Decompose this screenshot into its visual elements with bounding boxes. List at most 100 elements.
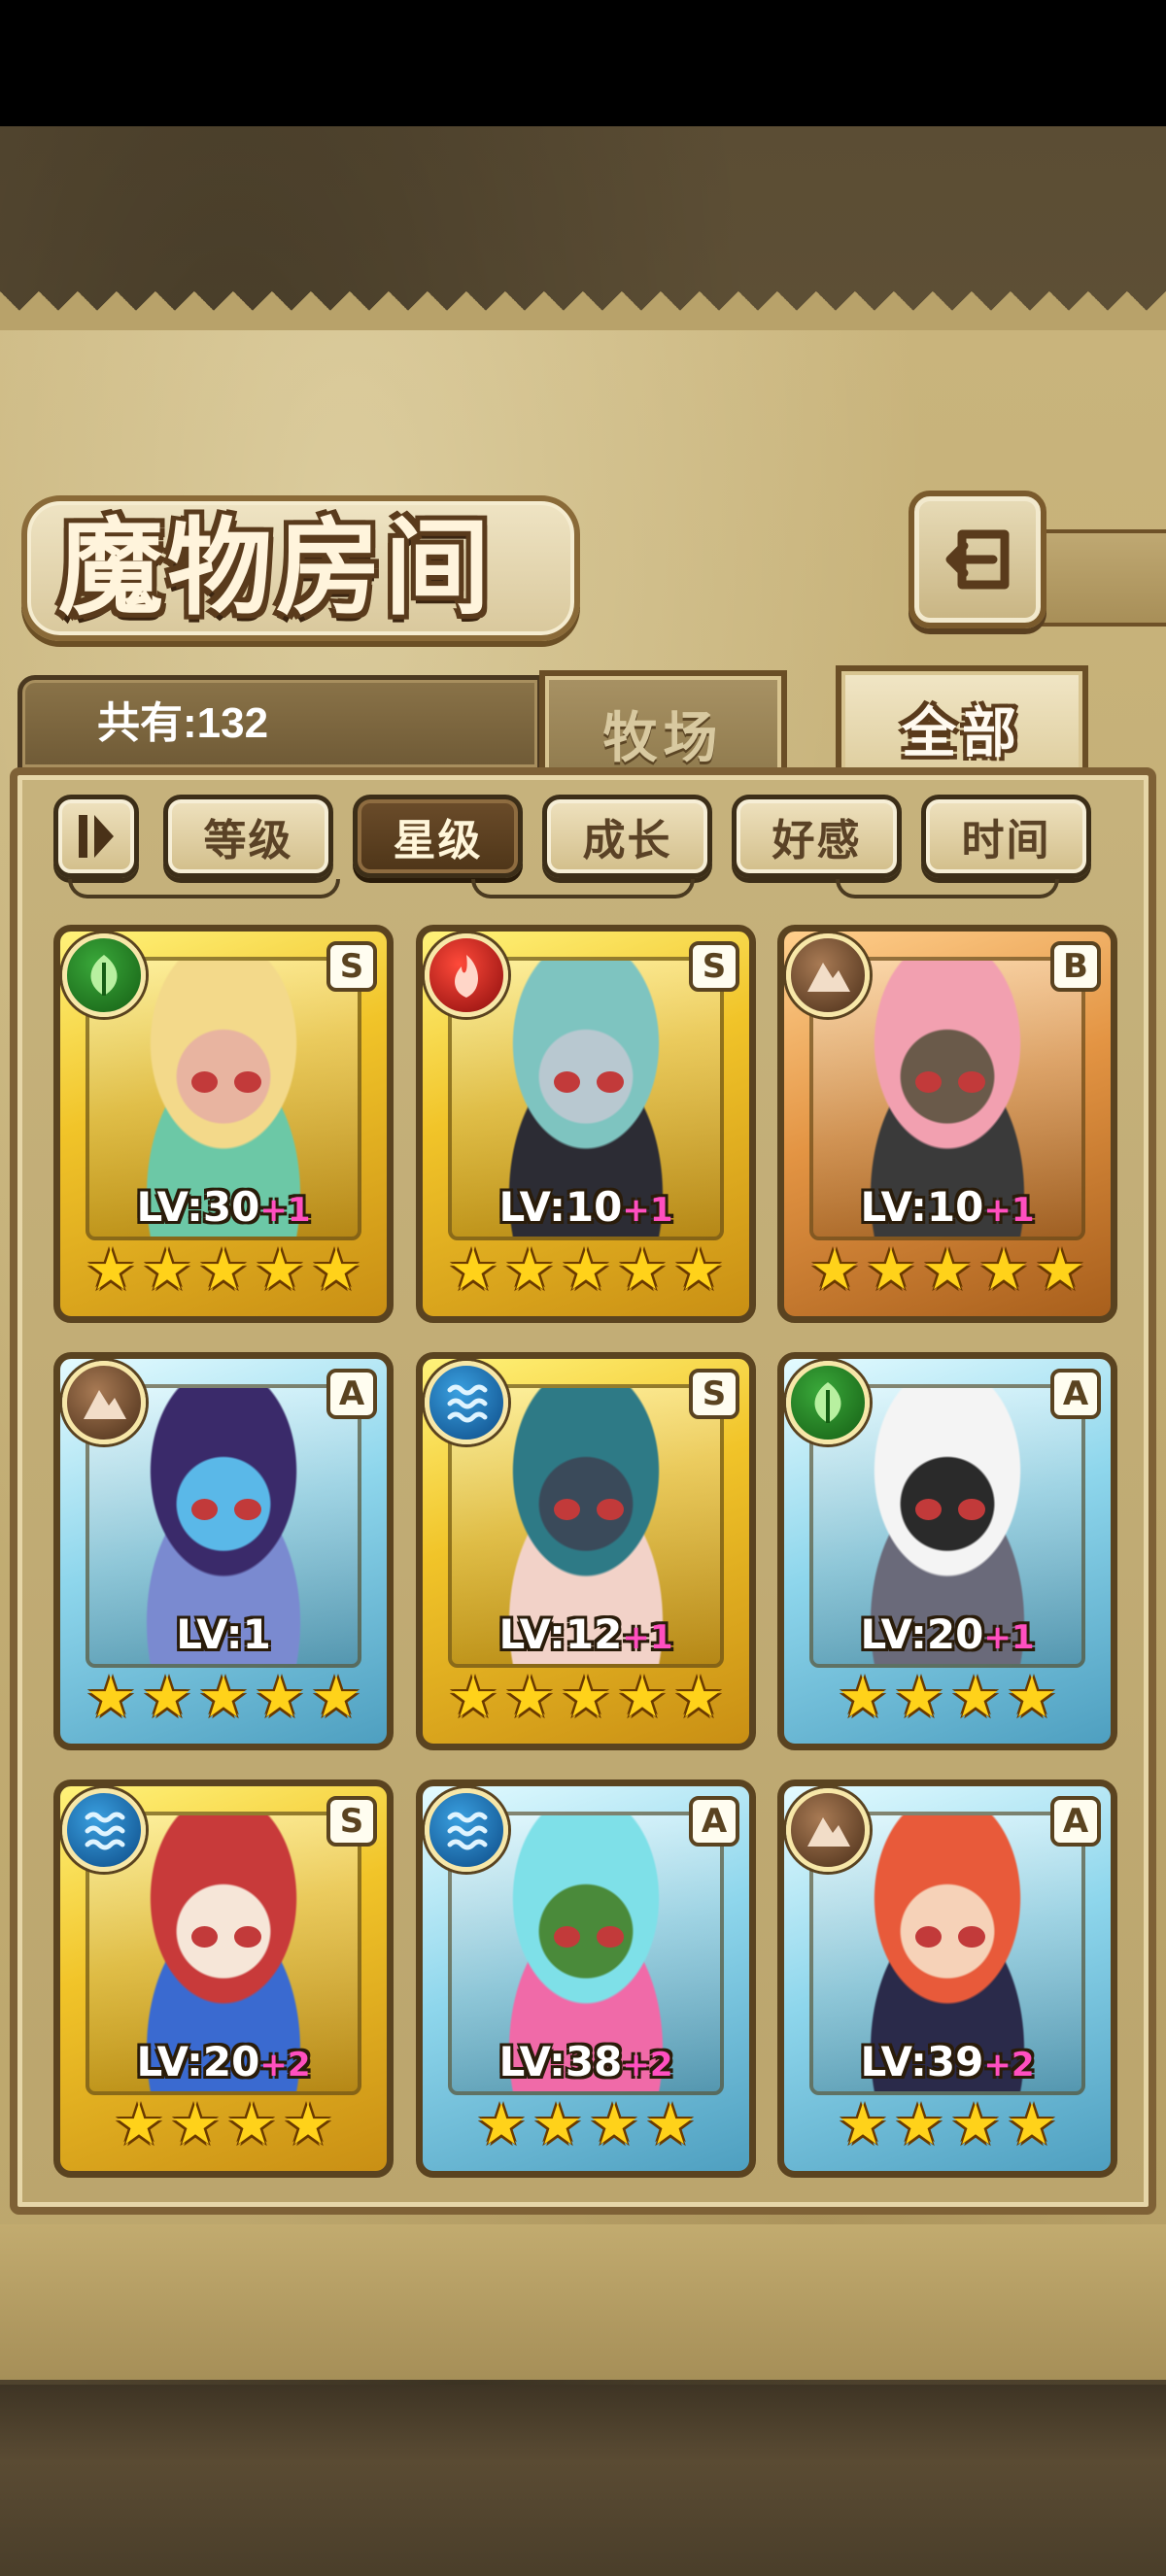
monster-eye: [958, 1925, 985, 1949]
star-icon: ★: [1035, 1237, 1085, 1303]
page-title: 魔物房间: [58, 507, 495, 629]
star-icon: ★: [894, 1664, 944, 1730]
rank-badge: S: [326, 1796, 377, 1847]
star-rating: ★ ★ ★ ★ ★: [423, 1664, 749, 1730]
star-icon: ★: [978, 1237, 1029, 1303]
star-icon: ★: [198, 1664, 249, 1730]
monster-level: LV:20+2: [60, 2038, 387, 2085]
monster-eye: [234, 1498, 261, 1521]
star-icon: ★: [311, 1664, 361, 1730]
sort-order-toggle[interactable]: [53, 795, 139, 878]
level-value: LV:20: [136, 2038, 260, 2085]
star-icon: ★: [311, 1237, 361, 1303]
monster-level: LV:10+1: [423, 1183, 749, 1231]
level-value: LV:10: [860, 1183, 984, 1231]
level-bonus: +1: [983, 1191, 1035, 1230]
level-value: LV:30: [136, 1183, 260, 1231]
sort-time-button[interactable]: 时间: [921, 795, 1091, 878]
sort-growth-button[interactable]: 成长: [542, 795, 712, 878]
star-icon: ★: [198, 1237, 249, 1303]
return-icon: [945, 529, 1010, 590]
water-icon: [62, 1788, 146, 1872]
monster-card[interactable]: A LV:38+2 ★ ★ ★ ★: [416, 1779, 756, 2178]
monster-eye: [914, 1070, 943, 1094]
star-icon: ★: [114, 2091, 164, 2157]
sort-affection-button[interactable]: 好感: [732, 795, 902, 878]
level-bonus: +2: [622, 2046, 673, 2085]
star-icon: ★: [255, 1237, 305, 1303]
star-icon: ★: [617, 1664, 668, 1730]
monster-eye: [190, 1070, 219, 1094]
rank-badge: B: [1050, 941, 1101, 992]
star-icon: ★: [476, 2091, 527, 2157]
level-value: LV:10: [498, 1183, 623, 1231]
monster-eye: [597, 1498, 624, 1521]
earth-icon: [786, 1788, 870, 1872]
star-icon: ★: [1007, 2091, 1057, 2157]
monster-eye: [234, 1925, 261, 1949]
water-icon: [425, 1788, 508, 1872]
rank-badge: S: [689, 941, 739, 992]
earth-icon: [786, 933, 870, 1017]
monster-level: LV:30+1: [60, 1183, 387, 1231]
level-value: LV:20: [860, 1610, 984, 1658]
monster-card[interactable]: A LV:1 ★ ★ ★ ★ ★: [53, 1352, 394, 1750]
star-rating: ★ ★ ★ ★: [784, 1664, 1111, 1730]
star-rating: ★ ★ ★ ★: [60, 2091, 387, 2157]
level-bonus: +1: [622, 1191, 673, 1230]
level-bonus: +2: [983, 2046, 1035, 2085]
monster-eye: [597, 1070, 624, 1094]
star-icon: ★: [561, 1664, 611, 1730]
monster-eye: [958, 1498, 985, 1521]
star-icon: ★: [838, 1664, 888, 1730]
monster-count: 共有:132: [97, 699, 269, 747]
star-icon: ★: [950, 2091, 1001, 2157]
star-icon: ★: [645, 2091, 696, 2157]
monster-eye: [958, 1070, 985, 1094]
previous-row-edge: [836, 879, 1059, 898]
star-icon: ★: [673, 1664, 724, 1730]
back-button[interactable]: [909, 491, 1046, 628]
star-icon: ★: [950, 1664, 1001, 1730]
level-value: LV:39: [860, 2038, 984, 2085]
monster-card[interactable]: S LV:12+1 ★ ★ ★ ★ ★: [416, 1352, 756, 1750]
monster-level: LV:38+2: [423, 2038, 749, 2085]
star-icon: ★: [809, 1237, 860, 1303]
star-icon: ★: [673, 1237, 724, 1303]
star-icon: ★: [86, 1237, 136, 1303]
monster-card[interactable]: S LV:30+1 ★ ★ ★ ★ ★: [53, 925, 394, 1323]
star-icon: ★: [448, 1664, 498, 1730]
star-rating: ★ ★ ★ ★: [784, 2091, 1111, 2157]
star-icon: ★: [142, 1664, 192, 1730]
fire-icon: [425, 933, 508, 1017]
star-icon: ★: [532, 2091, 583, 2157]
monster-card[interactable]: B LV:10+1 ★ ★ ★ ★ ★: [777, 925, 1117, 1323]
monster-level: LV:20+1: [784, 1610, 1111, 1658]
level-bonus: +1: [622, 1618, 673, 1657]
monster-eye: [553, 1070, 581, 1094]
star-icon: ★: [504, 1237, 555, 1303]
star-rating: ★ ★ ★ ★: [423, 2091, 749, 2157]
water-icon: [425, 1361, 508, 1444]
monster-level: LV:10+1: [784, 1183, 1111, 1231]
star-icon: ★: [448, 1237, 498, 1303]
earth-icon: [62, 1361, 146, 1444]
monster-eye: [553, 1925, 581, 1949]
level-value: LV:38: [498, 2038, 623, 2085]
panel-torn-edge: [0, 291, 1166, 350]
monster-card[interactable]: S LV:20+2 ★ ★ ★ ★: [53, 1779, 394, 2178]
panel-bottom-band: [0, 2224, 1166, 2380]
star-icon: ★: [922, 1237, 973, 1303]
sort-stars-button[interactable]: 星级: [353, 795, 523, 878]
map-background-lower: [0, 2385, 1166, 2576]
sort-level-button[interactable]: 等级: [163, 795, 333, 878]
monster-card[interactable]: A LV:20+1 ★ ★ ★ ★: [777, 1352, 1117, 1750]
monster-card[interactable]: S LV:10+1 ★ ★ ★ ★ ★: [416, 925, 756, 1323]
monster-eye: [553, 1498, 581, 1521]
star-icon: ★: [866, 1237, 916, 1303]
leaf-icon: [62, 933, 146, 1017]
star-icon: ★: [561, 1237, 611, 1303]
star-icon: ★: [1007, 1664, 1057, 1730]
monster-card[interactable]: A LV:39+2 ★ ★ ★ ★: [777, 1779, 1117, 2178]
rank-badge: S: [689, 1369, 739, 1419]
